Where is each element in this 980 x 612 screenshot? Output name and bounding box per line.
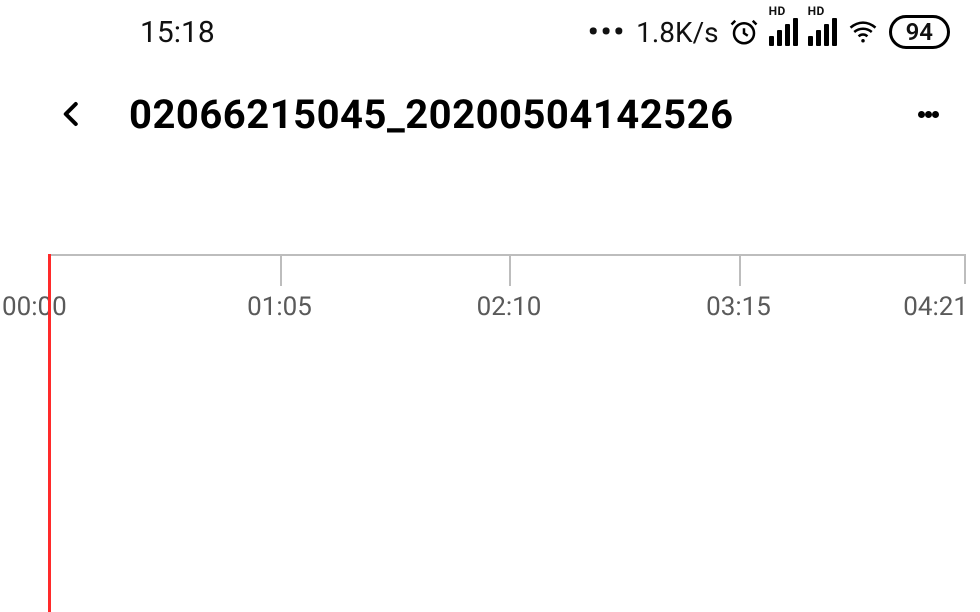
timeline-tick-label: 04:21: [903, 292, 968, 322]
signal-sim1-icon: HD: [769, 18, 798, 46]
signal-sim2-icon: HD: [808, 18, 837, 46]
back-button[interactable]: [45, 87, 99, 141]
status-right: ••• 1.8K/s HD HD: [588, 15, 950, 50]
more-options-button[interactable]: [906, 87, 950, 141]
battery-indicator: 94: [889, 15, 950, 49]
timeline-tick-label: 01:05: [247, 292, 312, 322]
more-indicator-icon: •••: [588, 15, 626, 50]
timeline-tick-label: 03:15: [706, 292, 771, 322]
signal-icons: HD HD: [769, 18, 837, 46]
alarm-icon: [729, 17, 759, 47]
timeline-ruler: 00:0001:0502:1003:1504:21: [48, 254, 966, 284]
app-bar: 02066215045_20200504142526: [0, 64, 980, 164]
page-title: 02066215045_20200504142526: [129, 91, 876, 138]
timeline-tick-label: 02:10: [477, 292, 542, 322]
timeline-tick: [739, 256, 741, 286]
network-speed: 1.8K/s: [636, 16, 718, 49]
timeline-tick-label: 00:00: [2, 292, 67, 322]
timeline[interactable]: 00:00 01:05 02:10 03:15 04:21: [0, 254, 980, 594]
timeline-tick: [280, 256, 282, 286]
status-clock: 15:18: [140, 15, 215, 50]
status-bar: 15:18 ••• 1.8K/s HD HD: [0, 0, 980, 64]
wifi-icon: [847, 17, 879, 47]
playhead[interactable]: [48, 254, 51, 612]
battery-percent: 94: [906, 20, 933, 44]
timeline-tick: [509, 256, 511, 286]
